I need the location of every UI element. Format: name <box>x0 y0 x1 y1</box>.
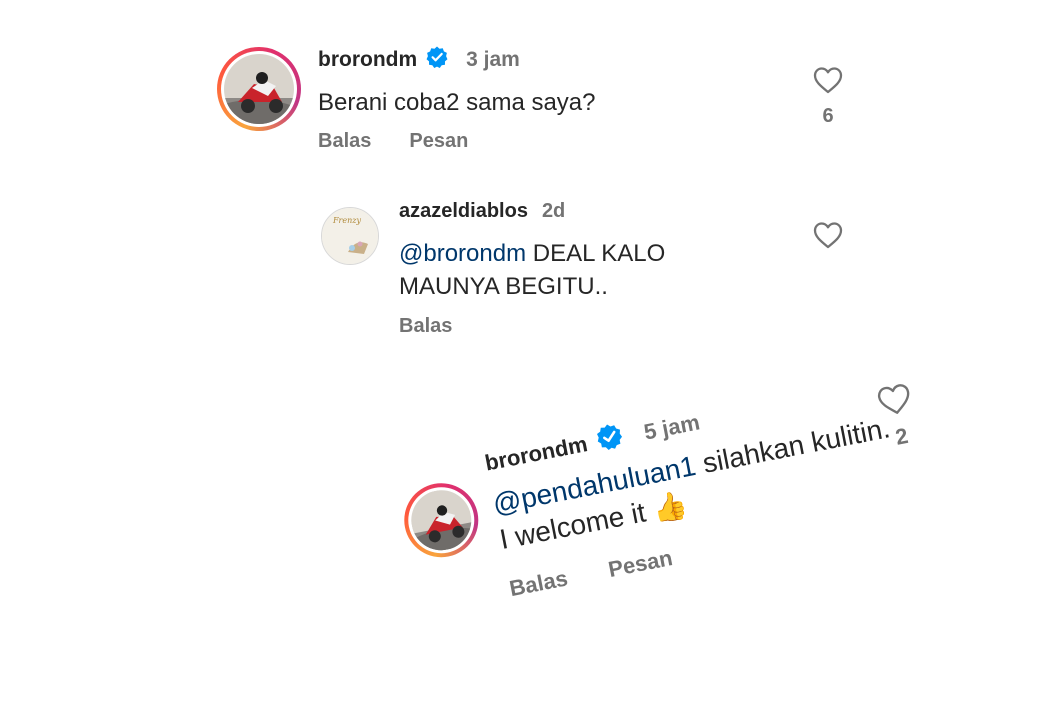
heart-outline-icon <box>877 384 910 414</box>
reply-button[interactable]: Balas <box>507 565 570 602</box>
verified-badge-icon <box>594 421 626 457</box>
comment-text: @pendahuluan1 silahkan kulitin. I welcom… <box>490 388 1014 559</box>
comment-timestamp: 5 jam <box>641 409 702 445</box>
avatar[interactable] <box>397 476 485 564</box>
like-button[interactable] <box>874 379 916 419</box>
thumbs-up-emoji: 👍 <box>649 487 691 527</box>
avatar-image <box>406 485 477 556</box>
comment-3: brorondm 5 jam @pendahuluan1 silahkan ku… <box>0 0 1046 724</box>
comment-username[interactable]: brorondm <box>483 431 590 476</box>
message-button[interactable]: Pesan <box>606 545 675 583</box>
